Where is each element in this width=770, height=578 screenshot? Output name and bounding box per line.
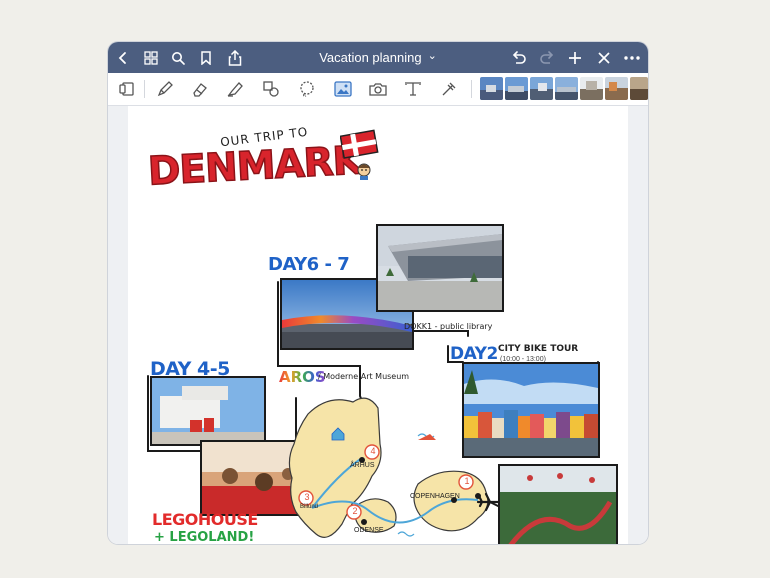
more-icon[interactable]	[621, 47, 643, 69]
map-label-aarhus: ÅRHUS	[350, 462, 375, 469]
dokk1-caption: DOKK1 - public library	[404, 322, 493, 331]
map-stop-4: 4	[370, 446, 376, 456]
day-6-7-label: DAY6 - 7	[268, 254, 350, 275]
legohouse-label: LEGOHOUSE	[152, 510, 258, 529]
note-canvas[interactable]: OUR TRIP TO DENMARK DAY6 - 7 DOKK1 - pub…	[108, 106, 648, 544]
highlighter-icon[interactable]	[224, 78, 246, 100]
elements-icon[interactable]	[438, 78, 460, 100]
airplane-icon	[476, 492, 500, 512]
legohouse-photo	[150, 376, 266, 446]
tivoli-photo	[498, 464, 618, 544]
redo-icon[interactable]	[536, 47, 558, 69]
document-title: Vacation planning	[319, 50, 422, 65]
add-icon[interactable]	[564, 47, 586, 69]
legoland-label: + LEGOLAND!	[154, 530, 255, 544]
aros-subtitle: / Moderne Art Museum	[318, 372, 410, 381]
image-thumbnail[interactable]	[555, 77, 578, 100]
lasso-icon[interactable]	[296, 78, 318, 100]
image-thumbnail[interactable]	[480, 77, 503, 100]
map-stop-2: 2	[352, 506, 358, 516]
eraser-icon[interactable]	[189, 78, 211, 100]
map-stop-3: 3	[304, 492, 310, 502]
map-label-billund: Billund	[300, 504, 319, 510]
map-label-copenhagen: COPENHAGEN	[410, 493, 460, 500]
toolbar-divider	[144, 80, 145, 98]
shapes-icon[interactable]	[260, 78, 282, 100]
map-stop-1: 1	[464, 476, 470, 486]
pen-icon[interactable]	[154, 78, 176, 100]
camera-icon[interactable]	[367, 78, 389, 100]
image-thumbnail[interactable]	[580, 77, 603, 100]
undo-icon[interactable]	[508, 47, 530, 69]
chevron-down-icon: ⌄	[427, 50, 437, 62]
note-page[interactable]: OUR TRIP TO DENMARK DAY6 - 7 DOKK1 - pub…	[128, 106, 628, 544]
image-thumbnail[interactable]	[505, 77, 528, 100]
tool-bar	[108, 73, 648, 106]
page-view-icon[interactable]	[116, 78, 138, 100]
nyhavn-photo	[462, 362, 600, 458]
notes-app-window: Vacation planning ⌄ OUR TRIP TO DENMARK …	[108, 42, 648, 544]
title-bar: Vacation planning ⌄	[108, 42, 648, 73]
text-icon[interactable]	[402, 78, 424, 100]
image-thumbnail[interactable]	[605, 77, 628, 100]
image-icon[interactable]	[332, 78, 354, 100]
image-thumbnail[interactable]	[530, 77, 553, 100]
dokk1-photo	[376, 224, 504, 312]
map-label-odense: ODENSE	[354, 527, 384, 534]
toolbar-divider	[471, 80, 472, 98]
image-thumbnail[interactable]	[630, 77, 648, 100]
city-bike-tour-label: CITY BIKE TOUR	[498, 344, 579, 354]
day-2-label: DAY2	[450, 344, 498, 364]
close-icon[interactable]	[593, 47, 615, 69]
